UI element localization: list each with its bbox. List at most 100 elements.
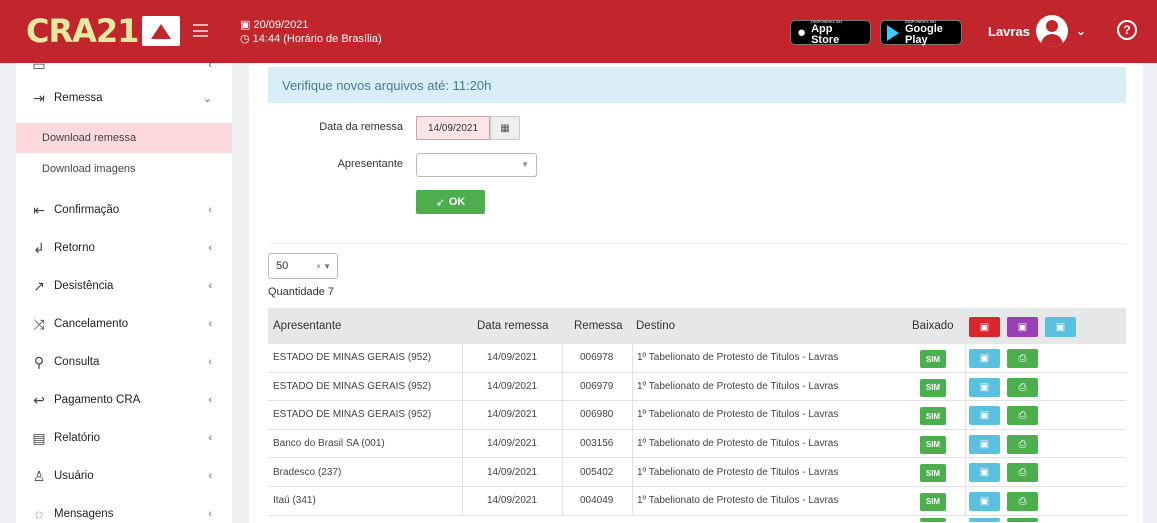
- cell-apresentante: Itaú (341): [273, 495, 316, 507]
- chevron-left-icon: ‹: [208, 63, 212, 71]
- user-menu[interactable]: Lavras ⌄: [988, 14, 1086, 48]
- cell-apresentante: ESTADO DE MINAS GERAIS (952): [273, 352, 432, 364]
- chevron-left-icon: ‹: [208, 508, 212, 520]
- sidebar-item-mensagens[interactable]: ◌ Mensagens ‹: [16, 499, 232, 523]
- table-row[interactable]: Banco do Brasil SA (001) 14/09/2021 0031…: [268, 429, 1126, 459]
- quantity-label: Quantidade 7: [268, 286, 335, 298]
- baixado-badge[interactable]: SIM: [920, 492, 946, 511]
- baixado-badge[interactable]: SIM: [920, 407, 946, 426]
- col-apresentante[interactable]: Apresentante: [273, 308, 341, 344]
- save-all-blue-icon[interactable]: ▣: [1045, 317, 1076, 337]
- external-icon: ↗: [33, 277, 45, 294]
- sidebar-subitem-download-remessa[interactable]: Download remessa: [16, 123, 232, 153]
- info-alert: Verifique novos arquivos até: 11:20h: [268, 67, 1126, 103]
- save-all-purple-icon[interactable]: ▣: [1007, 317, 1038, 337]
- avatar: [1035, 15, 1068, 47]
- table-row[interactable]: ESTADO DE MINAS GERAIS (952) 14/09/2021 …: [268, 372, 1126, 402]
- cell-data: 14/09/2021: [487, 380, 538, 392]
- sidebar-item-label: Confirmação: [54, 204, 120, 216]
- print-icon[interactable]: ⎙: [1007, 406, 1038, 426]
- google-play-badge[interactable]: DISPONÍVEL NO Google Play: [880, 19, 962, 46]
- baixado-badge[interactable]: SIM: [920, 378, 946, 397]
- cell-data: 14/09/2021: [487, 438, 538, 450]
- table-row[interactable]: ESTADO DE MINAS GERAIS (952) 14/09/2021 …: [268, 344, 1126, 373]
- page-size-select[interactable]: 50 × ▼: [268, 253, 338, 279]
- col-destino[interactable]: Destino: [636, 308, 675, 344]
- print-icon[interactable]: ⎙: [1007, 377, 1038, 397]
- clear-caret-icon[interactable]: × ▼: [316, 262, 331, 271]
- sidebar-item-pagamento-cra[interactable]: ↩ Pagamento CRA ‹: [16, 385, 232, 415]
- sidebar: ▭ ‹ ⇥ Remessa ⌄ Download remessa Downloa…: [16, 63, 232, 523]
- report-icon: ▤: [32, 429, 46, 446]
- sidebar-item-label: Usuário: [54, 470, 94, 482]
- sidebar-item-cut-off[interactable]: ▭ ‹: [16, 63, 232, 80]
- sidebar-item-label: Remessa: [54, 92, 103, 104]
- baixado-badge[interactable]: SIM: [920, 350, 946, 368]
- cra21-logo[interactable]: CRA21: [26, 12, 181, 50]
- sidebar-item-label: Cancelamento: [54, 318, 129, 330]
- search-icon: ⚲: [33, 353, 45, 370]
- page-scrollbar[interactable]: [1143, 63, 1157, 523]
- save-icon[interactable]: ▣: [969, 434, 1000, 454]
- save-icon[interactable]: ▣: [969, 491, 1000, 511]
- file-import-icon: ⇥: [33, 89, 45, 106]
- baixado-badge[interactable]: SIM: [920, 464, 946, 483]
- app-store-badge[interactable]: ● DISPONÍVEL NO App Store: [790, 19, 871, 46]
- sidebar-item-usuario[interactable]: ♙ Usuário ‹: [16, 461, 232, 491]
- chevron-left-icon: ‹: [208, 318, 212, 330]
- sidebar-item-label: Mensagens: [54, 508, 114, 520]
- googleplay-label: Google Play: [905, 23, 943, 46]
- cell-data: 14/09/2021: [487, 466, 538, 478]
- print-icon[interactable]: ⎙: [1007, 491, 1038, 511]
- sidebar-item-relatorio[interactable]: ▤ Relatório ‹: [16, 423, 232, 453]
- baixado-badge[interactable]: SIM: [920, 435, 946, 454]
- print-icon[interactable]: ⎙: [1007, 349, 1038, 368]
- sidebar-item-confirmacao[interactable]: ⇤ Confirmação ‹: [16, 195, 232, 225]
- presenter-select[interactable]: ▼: [416, 153, 537, 177]
- sidebar-item-retorno[interactable]: ↲ Retorno ‹: [16, 233, 232, 263]
- menu-toggle-icon[interactable]: [193, 24, 208, 37]
- save-all-red-icon[interactable]: ▣: [969, 317, 1000, 337]
- col-baixado[interactable]: Baixado: [912, 308, 954, 344]
- save-icon[interactable]: ▣: [969, 377, 1000, 397]
- sidebar-item-cancelamento[interactable]: ⤨ Cancelamento ‹: [16, 309, 232, 339]
- table-row[interactable]: Bradesco (237) 14/09/2021 005402 1º Tabe…: [268, 458, 1126, 487]
- cell-remessa: 005402: [580, 466, 614, 478]
- sidebar-item-consulta[interactable]: ⚲ Consulta ‹: [16, 347, 232, 377]
- baixado-badge-partial: [920, 517, 946, 522]
- file-icon: ▭: [32, 63, 46, 73]
- help-icon[interactable]: ?: [1117, 20, 1137, 40]
- sidebar-item-desistencia[interactable]: ↗ Desistência ‹: [16, 271, 232, 301]
- sidebar-subitem-label: Download imagens: [42, 163, 136, 175]
- calendar-icon: ▣: [240, 19, 251, 31]
- cell-apresentante: ESTADO DE MINAS GERAIS (952): [273, 380, 432, 392]
- save-icon[interactable]: ▣: [969, 463, 1000, 483]
- chevron-left-icon: ‹: [208, 242, 212, 254]
- col-remessa[interactable]: Remessa: [574, 308, 623, 344]
- sidebar-item-remessa[interactable]: ⇥ Remessa ⌄: [16, 83, 232, 113]
- col-data-remessa[interactable]: Data remessa: [477, 308, 549, 344]
- table-row[interactable]: Itaú (341) 14/09/2021 004049 1º Tabelion…: [268, 486, 1126, 516]
- calendar-picker-icon[interactable]: ▦: [490, 116, 520, 140]
- save-icon[interactable]: ▣: [969, 349, 1000, 368]
- date-input[interactable]: 14/09/2021: [416, 116, 490, 140]
- cell-apresentante: Bradesco (237): [273, 466, 342, 478]
- table-row[interactable]: ESTADO DE MINAS GERAIS (952) 14/09/2021 …: [268, 401, 1126, 430]
- print-icon[interactable]: ⎙: [1007, 463, 1038, 483]
- logo-text: CRA21: [26, 12, 139, 50]
- print-icon[interactable]: ⎙: [1007, 434, 1038, 454]
- cell-data: 14/09/2021: [487, 352, 538, 364]
- datetime-display: ▣ 20/09/2021 ◷ 14:44 (Horário de Brasíli…: [240, 18, 382, 46]
- shuffle-icon: ⤨: [33, 315, 45, 332]
- sidebar-item-label: Relatório: [54, 432, 101, 444]
- chevron-left-icon: ‹: [208, 432, 212, 444]
- chevron-left-icon: ‹: [208, 204, 212, 216]
- sidebar-subitem-download-imagens[interactable]: Download imagens: [16, 154, 232, 184]
- appstore-label: App Store: [811, 23, 840, 46]
- page-size-value: 50: [276, 260, 289, 272]
- chevron-down-icon: ⌄: [202, 92, 212, 105]
- current-date: 20/09/2021: [253, 19, 309, 31]
- save-icon[interactable]: ▣: [969, 406, 1000, 426]
- sidebar-subitem-label: Download remessa: [42, 132, 137, 144]
- ok-button[interactable]: ➶ OK: [416, 190, 485, 214]
